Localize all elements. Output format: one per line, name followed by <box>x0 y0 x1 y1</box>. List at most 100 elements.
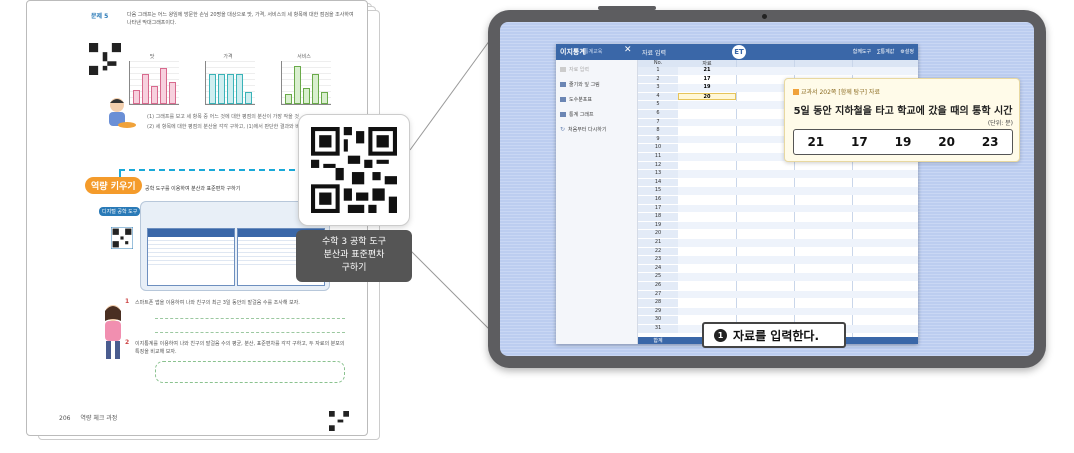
table-row: 25 <box>638 273 918 282</box>
row-number: 2 <box>638 75 678 84</box>
row-number: 15 <box>638 187 678 196</box>
table-row: 14 <box>638 178 918 187</box>
row-number: 18 <box>638 213 678 221</box>
row-number: 25 <box>638 273 678 282</box>
data-cell[interactable] <box>678 205 736 213</box>
close-icon[interactable]: ✕ <box>624 45 632 55</box>
row-number: 22 <box>638 247 678 256</box>
tool-button[interactable]: 함께도구 <box>853 48 871 55</box>
sidebar-item-stem-leaf[interactable]: 줄기와 잎 그림 <box>560 81 600 88</box>
tool-button[interactable]: ⚙설정 <box>900 48 914 55</box>
row-number: 16 <box>638 196 678 204</box>
row-number: 14 <box>638 178 678 187</box>
qr-caption: 수학 3 공학 도구 분산과 표준편차 구하기 <box>296 230 412 282</box>
sidebar-item-data-entry[interactable]: 자료 입력 <box>560 66 589 73</box>
tablet-device: 이지통계 통계교육 ✕ 자료 입력 ET 함께도구 ∑통계값 ⚙설정 자료 입력… <box>488 6 1046 368</box>
qr-caption-line: 구하기 <box>341 263 367 273</box>
row-number: 8 <box>638 127 678 135</box>
data-cell[interactable] <box>678 299 736 307</box>
column-header-data: 자료 <box>702 61 712 67</box>
data-cell[interactable]: 17 <box>678 76 736 84</box>
list-icon <box>560 97 566 102</box>
skill-title: 공학 도구를 이용하여 분산과 표준편차 구하기 <box>145 186 241 192</box>
chart-caption: 서비스 <box>297 54 311 60</box>
mini-bar-chart-service: 서비스 <box>275 53 333 111</box>
digital-tool-label: 디지털 공학 도구 <box>99 207 141 216</box>
value-cell: 17 <box>851 135 868 149</box>
row-number: 12 <box>638 161 678 170</box>
problem-qr-code[interactable] <box>89 43 121 75</box>
data-cell[interactable] <box>678 101 736 109</box>
data-cell[interactable] <box>678 119 736 127</box>
row-number: 7 <box>638 118 678 127</box>
app-title: 이지통계 <box>560 48 586 56</box>
sidebar: 자료 입력 줄기와 잎 그림 도수분포표 통계 그래프 ↻ 처음부터 다시하기 <box>556 60 638 344</box>
data-cell[interactable] <box>678 213 736 221</box>
data-cell[interactable] <box>678 110 736 118</box>
data-cell[interactable] <box>678 291 736 299</box>
sidebar-item-label: 처음부터 다시하기 <box>568 127 607 133</box>
data-cell[interactable] <box>678 162 736 170</box>
data-cell[interactable] <box>678 273 736 281</box>
table-row: 1 21 <box>638 67 918 75</box>
card-tag: 교과서 202쪽 [함께 탐구] 자료 <box>793 87 880 96</box>
answer-box[interactable] <box>155 361 345 383</box>
data-cell[interactable] <box>678 308 736 316</box>
data-cell[interactable] <box>678 187 736 195</box>
data-cell[interactable] <box>678 230 736 238</box>
column-header-no: No. <box>653 60 663 66</box>
problem-text: 다음 그래프는 어느 왕임에 방문한 손님 20명을 대상으로 맛, 가격, 서… <box>127 12 354 26</box>
step-text: 자료를 입력한다. <box>733 328 820 343</box>
card-unit: (단위: 분) <box>987 120 1013 127</box>
row-number: 19 <box>638 221 678 230</box>
table-row: 12 <box>638 161 918 170</box>
tab-data-entry[interactable]: 자료 입력 <box>642 48 666 57</box>
data-cell[interactable] <box>678 136 736 144</box>
app-logo: ET <box>732 45 746 59</box>
sidebar-item-stats-graph[interactable]: 통계 그래프 <box>560 111 594 118</box>
row-number: 6 <box>638 110 678 118</box>
tool-qr-code[interactable] <box>111 227 133 249</box>
data-cell[interactable]: 20 <box>678 92 736 101</box>
qr-callout-card[interactable] <box>298 114 410 226</box>
sidebar-item-restart[interactable]: ↻ 처음부터 다시하기 <box>560 126 606 133</box>
tablet-screen: 이지통계 통계교육 ✕ 자료 입력 ET 함께도구 ∑통계값 ⚙설정 자료 입력… <box>500 22 1034 356</box>
row-number: 9 <box>638 135 678 144</box>
table-row: 26 <box>638 282 918 290</box>
boy-illustration <box>109 98 136 128</box>
row-number: 28 <box>638 299 678 307</box>
connector-dashed-line <box>119 169 325 171</box>
row-number: 27 <box>638 290 678 299</box>
sidebar-item-label: 줄기와 잎 그림 <box>569 82 600 88</box>
data-cell[interactable] <box>678 196 736 204</box>
table-row: 17 <box>638 204 918 213</box>
question-number-2: 2 <box>125 339 130 346</box>
row-number: 3 <box>638 84 678 92</box>
table-row: 18 <box>638 213 918 221</box>
data-cell[interactable] <box>678 153 736 161</box>
table-row: 22 <box>638 247 918 256</box>
footer-text: 역량 체크 과정 <box>80 415 118 422</box>
data-cell[interactable] <box>678 256 736 264</box>
data-cell[interactable]: 19 <box>678 84 736 92</box>
data-cell[interactable] <box>678 265 736 273</box>
sidebar-item-label: 도수분포표 <box>569 97 593 103</box>
data-cell[interactable] <box>678 170 736 178</box>
footer-qr-code[interactable] <box>329 411 349 431</box>
data-cell[interactable] <box>678 179 736 187</box>
data-cell[interactable] <box>678 282 736 290</box>
data-cell[interactable] <box>678 239 736 247</box>
qr-caption-line: 분산과 표준편차 <box>323 250 385 260</box>
data-cell[interactable] <box>678 222 736 230</box>
data-cell[interactable] <box>678 248 736 256</box>
answer-line <box>155 307 345 319</box>
tool-button[interactable]: ∑통계값 <box>877 48 894 55</box>
step-number: 1 <box>714 328 727 342</box>
sidebar-item-frequency-table[interactable]: 도수분포표 <box>560 96 592 103</box>
row-number: 23 <box>638 256 678 264</box>
data-cell[interactable] <box>678 127 736 135</box>
data-cell[interactable]: 21 <box>678 67 736 75</box>
step-screenshot <box>147 228 235 286</box>
table-row: 13 <box>638 170 918 178</box>
data-cell[interactable] <box>678 144 736 152</box>
